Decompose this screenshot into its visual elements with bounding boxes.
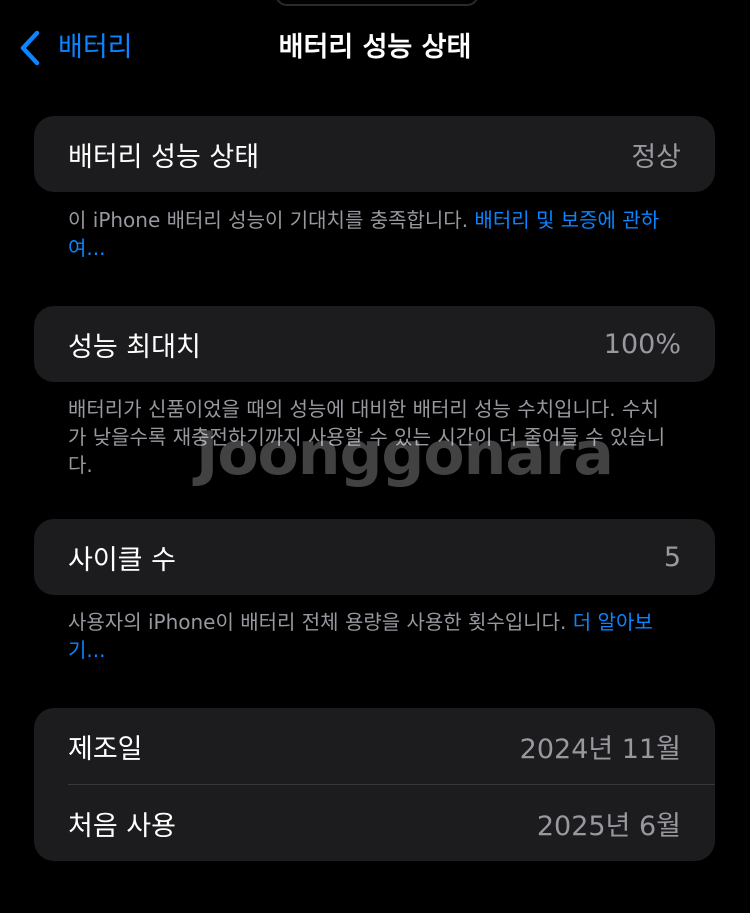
manufacture-date-value: 2024년 11월 bbox=[519, 733, 681, 765]
cycle-count-group: 사이클 수 5 bbox=[34, 519, 715, 595]
max-capacity-label: 성능 최대치 bbox=[68, 331, 201, 363]
battery-health-value: 정상 bbox=[631, 141, 681, 173]
max-capacity-group: 성능 최대치 100% bbox=[34, 306, 715, 382]
first-use-row: 처음 사용 2025년 6월 bbox=[34, 785, 715, 861]
dates-group: 제조일 2024년 11월 처음 사용 2025년 6월 bbox=[34, 708, 715, 861]
cycle-count-value: 5 bbox=[663, 541, 681, 573]
battery-health-row: 배터리 성능 상태 정상 bbox=[34, 116, 715, 192]
page-title: 배터리 성능 상태 bbox=[278, 32, 472, 63]
manufacture-date-row: 제조일 2024년 11월 bbox=[34, 708, 715, 784]
cycle-count-footnote-text: 사용자의 iPhone이 배터리 전체 용량을 사용한 횟수입니다. bbox=[68, 610, 573, 634]
first-use-label: 처음 사용 bbox=[68, 810, 176, 842]
battery-health-footnote-text: 이 iPhone 배터리 성능이 기대치를 충족합니다. bbox=[68, 208, 475, 232]
max-capacity-row: 성능 최대치 100% bbox=[34, 306, 715, 382]
max-capacity-value: 100% bbox=[603, 328, 681, 360]
cycle-count-footnote: 사용자의 iPhone이 배터리 전체 용량을 사용한 횟수입니다. 더 알아보… bbox=[68, 608, 668, 664]
battery-health-group: 배터리 성능 상태 정상 bbox=[34, 116, 715, 192]
first-use-value: 2025년 6월 bbox=[536, 810, 681, 842]
cycle-count-row: 사이클 수 5 bbox=[34, 519, 715, 595]
cycle-count-label: 사이클 수 bbox=[68, 544, 176, 576]
manufacture-date-label: 제조일 bbox=[68, 733, 143, 765]
navigation-bar: 배터리 배터리 성능 상태 bbox=[0, 0, 750, 96]
battery-health-footnote: 이 iPhone 배터리 성능이 기대치를 충족합니다. 배터리 및 보증에 관… bbox=[68, 206, 668, 262]
battery-health-label: 배터리 성능 상태 bbox=[68, 141, 260, 173]
max-capacity-footnote: 배터리가 신품이었을 때의 성능에 대비한 배터리 성능 수치입니다. 수치가 … bbox=[68, 397, 666, 477]
